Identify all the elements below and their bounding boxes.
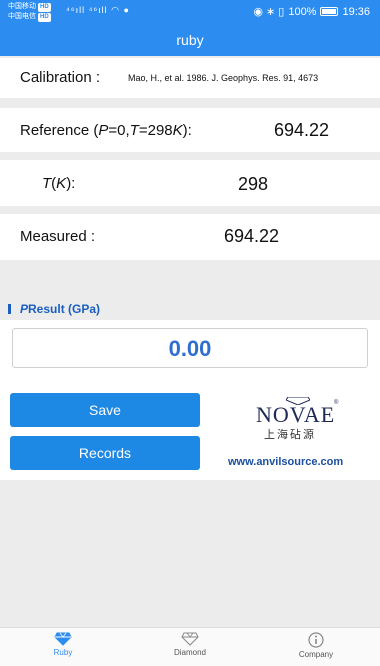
- system-icons: ◉ ∗ ▯: [253, 6, 285, 18]
- measured-row: Measured : 694.22: [0, 214, 380, 260]
- measured-value[interactable]: 694.22: [224, 226, 279, 247]
- logo-registered-mark: ®: [334, 400, 339, 406]
- temperature-row: T(K): 298: [0, 160, 380, 206]
- nav-diamond-label: Diamond: [173, 648, 206, 657]
- logo-chinese-text: 上海砧源: [264, 428, 316, 441]
- novae-logo: NOVAE ® 上海砧源: [256, 397, 340, 444]
- result-heading-text: Result (GPa): [28, 302, 101, 316]
- save-button[interactable]: Save: [10, 393, 200, 427]
- result-p-symbol: P: [20, 302, 29, 316]
- app-title: ruby: [0, 24, 380, 56]
- nav-ruby-label: Ruby: [53, 648, 73, 657]
- info-icon: [308, 632, 324, 648]
- result-heading: P Result (GPa): [8, 302, 100, 316]
- diamond-icon: [54, 632, 72, 646]
- temperature-label: T(K):: [42, 175, 76, 192]
- battery-percent: 100%: [288, 5, 317, 18]
- diamond-outline-icon: [181, 632, 199, 646]
- reference-label: Reference (P=0,T=298K):: [20, 122, 192, 139]
- carrier1-label: 中国移动: [8, 3, 36, 10]
- logo-text: NOVAE: [256, 402, 336, 427]
- logo-diamond-icon: [286, 397, 310, 405]
- status-right: ◉ ∗ ▯ 100% 19:36: [253, 5, 370, 19]
- result-heading-bar: [8, 304, 11, 314]
- records-button[interactable]: Records: [10, 436, 200, 470]
- signal-icons: ⁴⁶ıll ⁴⁶ıll ◠ ●: [66, 5, 130, 15]
- measured-label: Measured :: [20, 228, 96, 245]
- bottom-navigation: Ruby Diamond Company: [0, 627, 380, 666]
- website-link[interactable]: www.anvilsource.com: [228, 456, 343, 468]
- reference-row: Reference (P=0,T=298K): 694.22: [0, 108, 380, 152]
- nav-ruby[interactable]: Ruby: [23, 632, 103, 657]
- carrier-info: 中国移动 HD 中国电信 HD: [8, 2, 51, 22]
- nav-company-label: Company: [298, 650, 334, 659]
- temperature-value[interactable]: 298: [238, 174, 268, 195]
- carrier1-hd-badge: HD: [38, 3, 51, 12]
- carrier2-hd-badge: HD: [38, 13, 51, 22]
- status-bar: 中国移动 HD 中国电信 HD ⁴⁶ıll ⁴⁶ıll ◠ ● ◉ ∗ ▯ 100%…: [0, 0, 380, 24]
- nav-company[interactable]: Company: [276, 632, 356, 659]
- carrier2-label: 中国电信: [8, 13, 36, 20]
- result-value: 0.00: [12, 328, 368, 368]
- nav-diamond[interactable]: Diamond: [150, 632, 230, 657]
- calibration-value[interactable]: Mao, H., et al. 1986. J. Geophys. Res. 9…: [128, 73, 318, 83]
- clock: 19:36: [342, 5, 370, 18]
- calibration-label: Calibration :: [20, 69, 101, 86]
- reference-value[interactable]: 694.22: [274, 120, 329, 141]
- battery-icon: [320, 7, 339, 16]
- calibration-row: Calibration : Mao, H., et al. 1986. J. G…: [0, 58, 380, 98]
